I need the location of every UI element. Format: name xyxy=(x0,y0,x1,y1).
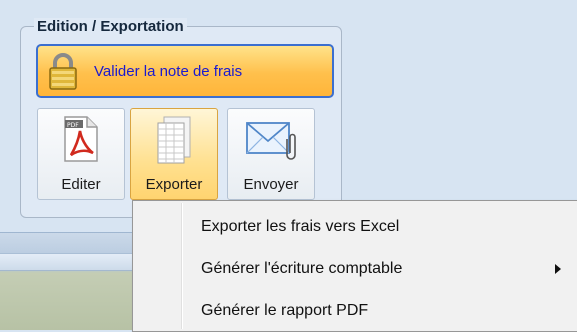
editer-label: Editer xyxy=(61,176,101,193)
validate-button-label: Valider la note de frais xyxy=(94,62,243,80)
svg-text:PDF: PDF xyxy=(67,122,79,129)
lock-icon xyxy=(49,53,77,90)
menu-item-generate-pdf-report[interactable]: Générer le rapport PDF xyxy=(133,295,577,329)
menu-item-label: Générer l'écriture comptable xyxy=(201,260,403,277)
menu-item-generate-accounting-entry[interactable]: Générer l'écriture comptable xyxy=(133,253,577,287)
editer-button[interactable]: PDF Editer xyxy=(37,108,125,200)
envoyer-button[interactable]: Envoyer xyxy=(227,108,315,200)
spreadsheet-icon xyxy=(157,116,191,164)
validate-expense-note-button[interactable]: Valider la note de frais xyxy=(36,44,334,98)
exporter-label: Exporter xyxy=(145,176,203,193)
menu-item-label: Exporter les frais vers Excel xyxy=(201,218,400,235)
mail-attachment-icon xyxy=(246,122,296,160)
pdf-file-icon: PDF xyxy=(64,116,98,162)
export-context-menu: Exporter les frais vers Excel Générer l'… xyxy=(132,200,577,332)
submenu-arrow-icon xyxy=(555,264,561,274)
menu-item-label: Générer le rapport PDF xyxy=(201,302,369,319)
exporter-button[interactable]: Exporter xyxy=(130,108,218,200)
group-title: Edition / Exportation xyxy=(34,18,187,35)
envoyer-label: Envoyer xyxy=(243,176,299,193)
menu-item-export-excel[interactable]: Exporter les frais vers Excel xyxy=(133,211,577,245)
